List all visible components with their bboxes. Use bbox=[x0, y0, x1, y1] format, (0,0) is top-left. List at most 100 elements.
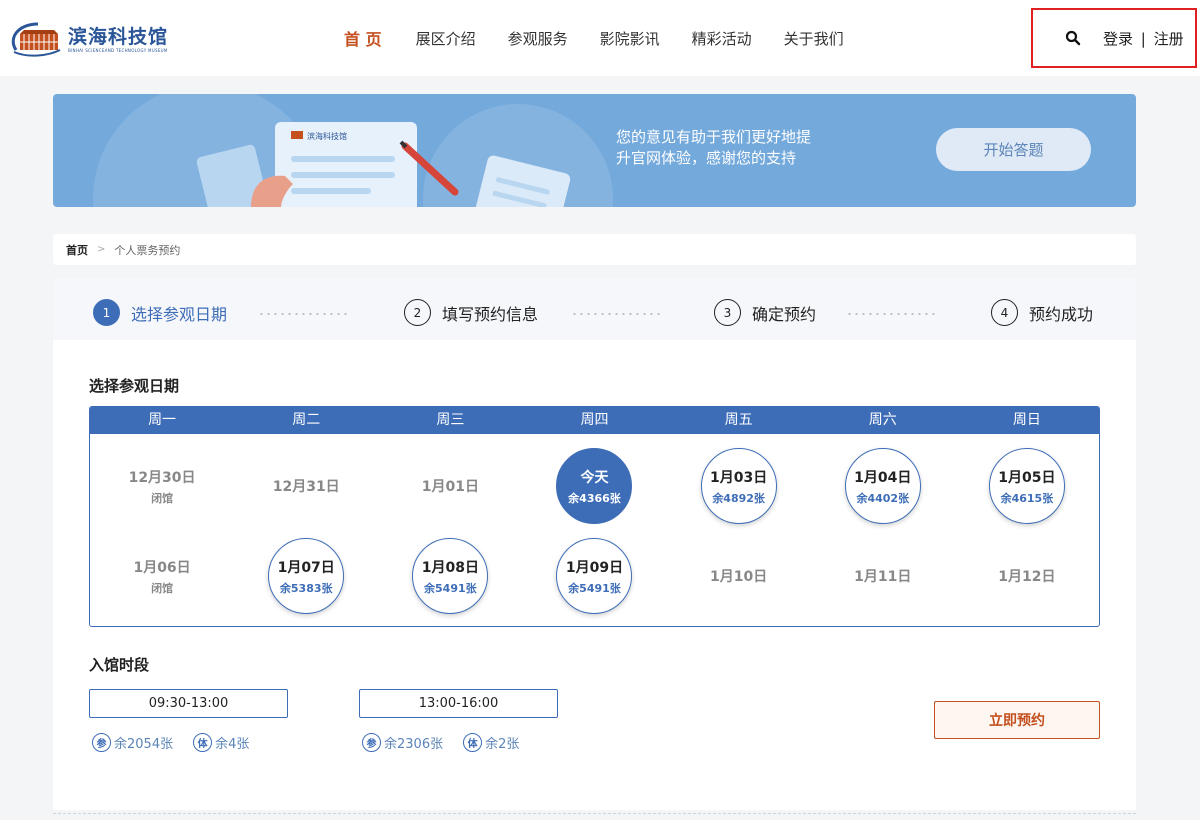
booking-steps: 1 选择参观日期 2 填写预约信息 3 确定预约 4 预约成功 bbox=[53, 278, 1136, 340]
time-slot-afternoon-availability: 参 余2306张 体 余2张 bbox=[362, 733, 519, 752]
day-date: 12月30日 bbox=[128, 469, 196, 486]
weekday-sun: 周日 bbox=[1012, 412, 1041, 428]
login-link[interactable]: 登录 bbox=[1103, 30, 1133, 48]
day-date: 1月08日 bbox=[421, 559, 479, 576]
day-status: 闭馆 bbox=[151, 491, 174, 505]
visit-ticket-icon: 参 bbox=[92, 733, 111, 752]
step-label: 预约成功 bbox=[1029, 304, 1094, 324]
top-header: 滨海科技馆 BINHAI SCIENCEAND TECHNOLOGY MUSEU… bbox=[0, 0, 1200, 76]
experience-ticket-icon: 体 bbox=[193, 733, 213, 752]
step-confirm: 3 确定预约 bbox=[714, 299, 816, 326]
calendar-cell: 1月04日 余4402张 bbox=[811, 441, 955, 531]
day-date: 1月05日 bbox=[998, 469, 1056, 486]
calendar-cell: 12月30日 闭馆 bbox=[90, 441, 234, 531]
day-date: 1月12日 bbox=[998, 569, 1056, 585]
banner-card-logo: 滨海科技馆 bbox=[307, 131, 347, 141]
calendar-cell: 今天 余4366张 bbox=[522, 441, 666, 531]
date-option[interactable]: 1月07日 余5383张 bbox=[268, 538, 345, 614]
breadcrumb-current: 个人票务预约 bbox=[114, 243, 181, 257]
step-label: 确定预约 bbox=[752, 304, 817, 324]
date-option-today[interactable]: 今天 余4366张 bbox=[556, 448, 633, 524]
step-label: 选择参观日期 bbox=[131, 304, 228, 324]
date-option[interactable]: 1月04日 余4402张 bbox=[844, 448, 921, 524]
start-survey-button[interactable]: 开始答题 bbox=[936, 128, 1091, 171]
banner-line-2: 升官网体验，感谢您的支持 bbox=[616, 149, 797, 167]
breadcrumb: 首页 > 个人票务预约 bbox=[53, 234, 1136, 265]
survey-banner: 滨海科技馆 您的意见有助于我们更好地提 升官网体验，感谢您的支持 开始答题 bbox=[53, 94, 1136, 207]
day-date: 1月09日 bbox=[565, 559, 624, 576]
weekday-tue: 周二 bbox=[292, 412, 321, 428]
tickets-remaining: 余4402张 bbox=[856, 491, 910, 505]
step-label: 填写预约信息 bbox=[442, 304, 539, 324]
closed-day: 12月30日 闭馆 bbox=[129, 467, 196, 506]
date-option[interactable]: 1月05日 余4615张 bbox=[988, 448, 1065, 524]
calendar-cell: 1月05日 余4615张 bbox=[955, 441, 1099, 531]
step-fill-info: 2 填写预约信息 bbox=[404, 299, 538, 326]
book-now-button[interactable]: 立即预约 bbox=[934, 701, 1100, 739]
weekday-mon: 周一 bbox=[148, 412, 177, 428]
tickets-remaining: 余5383张 bbox=[279, 581, 333, 595]
unavailable-day: 1月11日 bbox=[854, 566, 911, 586]
time-slot-afternoon[interactable]: 13:00-16:00 bbox=[359, 689, 558, 718]
calendar-cell: 1月08日 余5491张 bbox=[378, 531, 522, 621]
day-date: 1月07日 bbox=[277, 559, 335, 576]
calendar-week-row: 12月30日 闭馆 12月31日 1月01日 今天 余4366张 1月03日 余… bbox=[90, 441, 1099, 531]
booking-panel: 1 选择参观日期 2 填写预约信息 3 确定预约 4 预约成功 选择参观日期 周… bbox=[53, 278, 1136, 810]
step-connector bbox=[846, 313, 938, 315]
breadcrumb-home[interactable]: 首页 bbox=[66, 242, 88, 258]
tickets-remaining: 余4615张 bbox=[1000, 491, 1054, 505]
weekday-sat: 周六 bbox=[868, 412, 897, 428]
auth-links: 登录 | 注册 bbox=[1103, 28, 1184, 49]
time-slot-morning-availability: 参 余2054张 体 余4张 bbox=[92, 733, 249, 752]
calendar-cell: 1月10日 bbox=[667, 531, 811, 621]
visit-tickets-remaining: 余2306张 bbox=[384, 737, 444, 752]
day-date: 今天 bbox=[580, 469, 609, 486]
calendar-cell: 1月11日 bbox=[811, 531, 955, 621]
step-connector bbox=[571, 313, 661, 315]
step-number: 3 bbox=[714, 299, 741, 326]
calendar-cell: 1月09日 余5491张 bbox=[522, 531, 666, 621]
banner-message: 您的意见有助于我们更好地提 升官网体验，感谢您的支持 bbox=[616, 127, 811, 169]
nav-item-events[interactable]: 精彩活动 bbox=[692, 28, 752, 49]
visit-ticket-icon: 参 bbox=[362, 733, 381, 752]
nav-item-about[interactable]: 关于我们 bbox=[784, 28, 844, 49]
banner-line-1: 您的意见有助于我们更好地提 bbox=[616, 128, 812, 146]
day-date: 1月04日 bbox=[854, 469, 912, 486]
tickets-remaining: 余5491张 bbox=[568, 581, 621, 595]
survey-illustration: 滨海科技馆 bbox=[193, 114, 573, 207]
day-date: 1月11日 bbox=[854, 569, 912, 585]
register-link[interactable]: 注册 bbox=[1154, 30, 1184, 48]
closed-day: 1月06日 闭馆 bbox=[133, 557, 190, 596]
date-option[interactable]: 1月09日 余5491张 bbox=[556, 538, 633, 614]
visit-tickets-remaining: 余2054张 bbox=[114, 737, 174, 752]
calendar-cell: 1月12日 bbox=[955, 531, 1099, 621]
step-number: 1 bbox=[93, 299, 120, 326]
tickets-remaining: 余4892张 bbox=[712, 491, 765, 505]
nav-item-visit-services[interactable]: 参观服务 bbox=[508, 28, 568, 49]
logo-subtitle: BINHAI SCIENCEAND TECHNOLOGY MUSEUM bbox=[68, 47, 168, 53]
search-icon[interactable] bbox=[1065, 30, 1081, 46]
step-number: 4 bbox=[991, 299, 1018, 326]
tickets-remaining: 余5491张 bbox=[424, 581, 477, 595]
nav-item-exhibitions[interactable]: 展区介绍 bbox=[416, 28, 476, 49]
past-day: 12月31日 bbox=[273, 476, 340, 496]
calendar-cell: 12月31日 bbox=[234, 441, 378, 531]
date-option[interactable]: 1月08日 余5491张 bbox=[412, 538, 489, 614]
step-success: 4 预约成功 bbox=[991, 299, 1093, 326]
day-date: 1月10日 bbox=[710, 569, 768, 585]
nav-item-home[interactable]: 首 页 bbox=[344, 26, 382, 50]
date-option[interactable]: 1月03日 余4892张 bbox=[700, 448, 777, 524]
nav-item-cinema[interactable]: 影院影讯 bbox=[600, 28, 660, 49]
auth-separator: | bbox=[1140, 29, 1146, 48]
date-calendar: 周一 周二 周三 周四 周五 周六 周日 12月30日 闭馆 12月31日 1月… bbox=[89, 406, 1100, 627]
weekday-wed: 周三 bbox=[436, 412, 465, 428]
calendar-cell: 1月07日 余5383张 bbox=[234, 531, 378, 621]
day-date: 1月06日 bbox=[133, 559, 191, 576]
time-slot-morning[interactable]: 09:30-13:00 bbox=[89, 689, 288, 718]
past-day: 1月01日 bbox=[422, 476, 479, 496]
logo-title: 滨海科技馆 bbox=[68, 25, 169, 48]
header-actions-highlight: 登录 | 注册 bbox=[1031, 8, 1197, 68]
site-logo[interactable]: 滨海科技馆 BINHAI SCIENCEAND TECHNOLOGY MUSEU… bbox=[8, 20, 168, 58]
experience-tickets-remaining: 余2张 bbox=[485, 737, 520, 752]
calendar-cell: 1月01日 bbox=[378, 441, 522, 531]
